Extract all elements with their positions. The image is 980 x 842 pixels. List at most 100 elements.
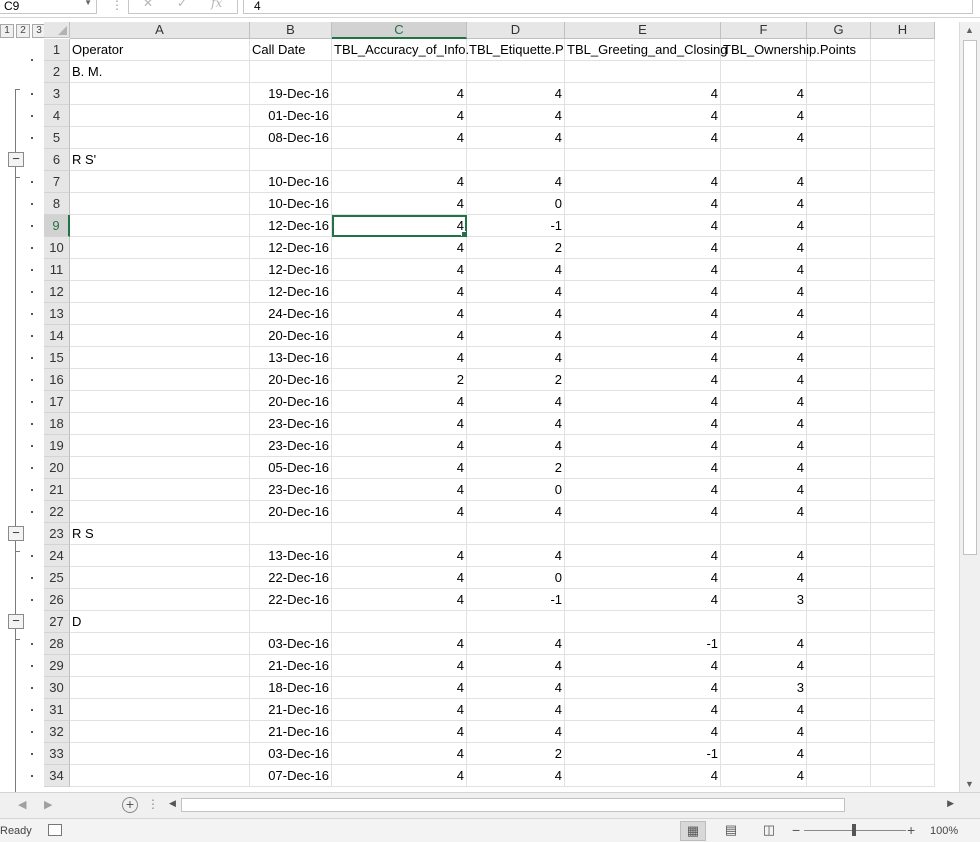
macro-record-icon[interactable] bbox=[48, 824, 62, 836]
greeting-closing-cell[interactable]: 4 bbox=[565, 589, 721, 611]
etiquette-cell[interactable]: 4 bbox=[467, 281, 565, 303]
accuracy-cell[interactable]: 4 bbox=[332, 171, 467, 193]
horizontal-scroll-thumb[interactable] bbox=[181, 798, 845, 812]
cell[interactable] bbox=[871, 303, 935, 325]
cell[interactable] bbox=[871, 193, 935, 215]
row-header[interactable]: 10 bbox=[44, 237, 70, 259]
greeting-closing-cell[interactable]: 4 bbox=[565, 325, 721, 347]
accuracy-cell[interactable]: 4 bbox=[332, 677, 467, 699]
ownership-cell[interactable]: 4 bbox=[721, 391, 807, 413]
greeting-closing-cell[interactable]: -1 bbox=[565, 633, 721, 655]
operator-cell[interactable] bbox=[70, 259, 250, 281]
row-header[interactable]: 3 bbox=[44, 83, 70, 105]
call-date-cell[interactable]: 10-Dec-16 bbox=[250, 171, 332, 193]
cell[interactable] bbox=[807, 523, 871, 545]
ownership-cell[interactable]: 4 bbox=[721, 303, 807, 325]
etiquette-cell[interactable]: 4 bbox=[467, 699, 565, 721]
greeting-closing-cell[interactable]: 4 bbox=[565, 127, 721, 149]
formula-input[interactable]: 4 bbox=[243, 0, 973, 14]
operator-cell[interactable] bbox=[70, 127, 250, 149]
operator-cell[interactable] bbox=[70, 215, 250, 237]
call-date-cell[interactable]: 12-Dec-16 bbox=[250, 237, 332, 259]
etiquette-cell[interactable]: 2 bbox=[467, 237, 565, 259]
row-header[interactable]: 8 bbox=[44, 193, 70, 215]
outline-level-1-button[interactable]: 1 bbox=[0, 24, 14, 38]
row-header[interactable]: 27 bbox=[44, 611, 70, 633]
chevron-down-icon[interactable]: ▼ bbox=[84, 0, 92, 7]
cell[interactable] bbox=[807, 479, 871, 501]
operator-cell[interactable] bbox=[70, 391, 250, 413]
cell[interactable] bbox=[332, 611, 467, 633]
header-cell-b[interactable]: Call Date bbox=[250, 39, 332, 61]
ownership-cell[interactable]: 4 bbox=[721, 655, 807, 677]
ownership-cell[interactable]: 4 bbox=[721, 721, 807, 743]
etiquette-cell[interactable]: 4 bbox=[467, 721, 565, 743]
cell[interactable] bbox=[871, 633, 935, 655]
etiquette-cell[interactable]: 4 bbox=[467, 325, 565, 347]
cell[interactable] bbox=[807, 743, 871, 765]
call-date-cell[interactable]: 07-Dec-16 bbox=[250, 765, 332, 787]
header-cell-e[interactable]: TBL_Greeting_and_Closing bbox=[565, 39, 727, 61]
row-header[interactable]: 5 bbox=[44, 127, 70, 149]
call-date-cell[interactable]: 13-Dec-16 bbox=[250, 545, 332, 567]
operator-cell[interactable] bbox=[70, 589, 250, 611]
call-date-cell[interactable]: 03-Dec-16 bbox=[250, 743, 332, 765]
operator-cell[interactable]: R S bbox=[70, 523, 250, 545]
cell[interactable] bbox=[871, 325, 935, 347]
etiquette-cell[interactable]: 4 bbox=[467, 655, 565, 677]
ownership-cell[interactable]: 4 bbox=[721, 325, 807, 347]
enter-icon[interactable]: ✓ bbox=[177, 0, 187, 10]
row-header[interactable]: 26 bbox=[44, 589, 70, 611]
cell[interactable] bbox=[871, 699, 935, 721]
operator-cell[interactable] bbox=[70, 281, 250, 303]
etiquette-cell[interactable]: 4 bbox=[467, 347, 565, 369]
header-cell-f[interactable]: TBL_Ownership.Points bbox=[721, 39, 856, 61]
cell[interactable] bbox=[807, 215, 871, 237]
cell[interactable] bbox=[807, 567, 871, 589]
operator-cell[interactable] bbox=[70, 369, 250, 391]
ownership-cell[interactable]: 4 bbox=[721, 237, 807, 259]
etiquette-cell[interactable]: 2 bbox=[467, 369, 565, 391]
column-header-b[interactable]: B bbox=[250, 22, 332, 39]
greeting-closing-cell[interactable]: 4 bbox=[565, 765, 721, 787]
etiquette-cell[interactable]: 4 bbox=[467, 677, 565, 699]
accuracy-cell[interactable]: 4 bbox=[332, 105, 467, 127]
ownership-cell[interactable]: 4 bbox=[721, 479, 807, 501]
row-header[interactable]: 28 bbox=[44, 633, 70, 655]
etiquette-cell[interactable]: 4 bbox=[467, 501, 565, 523]
scroll-up-icon[interactable]: ▲ bbox=[965, 25, 974, 35]
ownership-cell[interactable]: 4 bbox=[721, 743, 807, 765]
outline-level-2-button[interactable]: 2 bbox=[16, 24, 30, 38]
call-date-cell[interactable]: 23-Dec-16 bbox=[250, 413, 332, 435]
call-date-cell[interactable]: 03-Dec-16 bbox=[250, 633, 332, 655]
accuracy-cell[interactable]: 4 bbox=[332, 391, 467, 413]
insert-function-icon[interactable]: fx bbox=[211, 0, 222, 10]
operator-cell[interactable] bbox=[70, 501, 250, 523]
row-header[interactable]: 31 bbox=[44, 699, 70, 721]
accuracy-cell[interactable]: 4 bbox=[332, 655, 467, 677]
etiquette-cell[interactable]: 4 bbox=[467, 435, 565, 457]
cell[interactable] bbox=[807, 413, 871, 435]
accuracy-cell[interactable]: 4 bbox=[332, 479, 467, 501]
ownership-cell[interactable]: 4 bbox=[721, 127, 807, 149]
operator-cell[interactable] bbox=[70, 413, 250, 435]
accuracy-cell[interactable]: 4 bbox=[332, 347, 467, 369]
ownership-cell[interactable]: 4 bbox=[721, 545, 807, 567]
ownership-cell[interactable]: 4 bbox=[721, 259, 807, 281]
cell[interactable] bbox=[871, 479, 935, 501]
cell[interactable] bbox=[807, 105, 871, 127]
cell[interactable] bbox=[467, 61, 565, 83]
ownership-cell[interactable]: 4 bbox=[721, 699, 807, 721]
cell[interactable] bbox=[807, 149, 871, 171]
operator-cell[interactable] bbox=[70, 655, 250, 677]
cell[interactable] bbox=[721, 611, 807, 633]
greeting-closing-cell[interactable]: 4 bbox=[565, 347, 721, 369]
call-date-cell[interactable]: 21-Dec-16 bbox=[250, 699, 332, 721]
cell[interactable] bbox=[467, 149, 565, 171]
ownership-cell[interactable]: 4 bbox=[721, 369, 807, 391]
cell[interactable] bbox=[807, 171, 871, 193]
row-header[interactable]: 6 bbox=[44, 149, 70, 171]
scroll-left-icon[interactable]: ◀ bbox=[169, 798, 176, 809]
greeting-closing-cell[interactable]: 4 bbox=[565, 721, 721, 743]
row-header[interactable]: 32 bbox=[44, 721, 70, 743]
